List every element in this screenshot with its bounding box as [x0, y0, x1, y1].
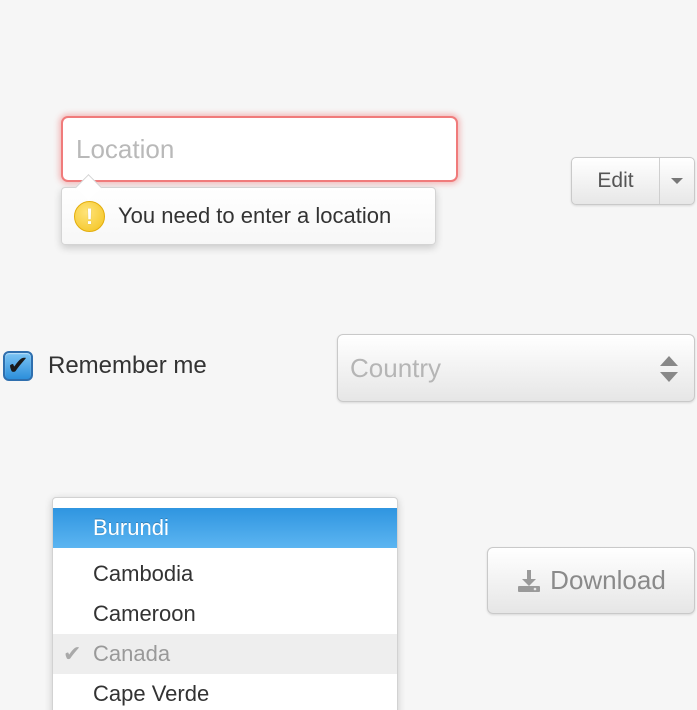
caret-down-icon: [671, 178, 683, 184]
validation-tooltip: ! You need to enter a location: [61, 174, 436, 245]
remember-me-label[interactable]: Remember me: [48, 352, 207, 380]
validation-message: You need to enter a location: [118, 203, 392, 228]
up-down-arrows-icon: [660, 356, 678, 384]
dropdown-option-burundi[interactable]: Burundi: [53, 508, 397, 548]
country-select[interactable]: Country: [337, 334, 695, 402]
edit-button[interactable]: Edit: [572, 158, 660, 204]
location-input[interactable]: [61, 116, 458, 182]
download-icon: [518, 569, 541, 592]
warning-icon: !: [74, 201, 105, 232]
dropdown-option-canada[interactable]: ✔ Canada: [53, 634, 397, 674]
checkmark-icon: ✔: [7, 350, 29, 380]
country-select-placeholder: Country: [350, 353, 442, 383]
dropdown-option-cameroon[interactable]: Cameroon: [53, 594, 397, 634]
dropdown-option-cape-verde[interactable]: Cape Verde: [53, 674, 397, 710]
option-label: Canada: [93, 641, 171, 666]
remember-me-checkbox[interactable]: ✔: [3, 350, 33, 381]
download-label: Download: [550, 565, 666, 595]
form-controls-canvas: ! You need to enter a location Edit ✔ Re…: [0, 0, 697, 710]
edit-dropdown-toggle[interactable]: [660, 158, 694, 204]
option-label: Cape Verde: [93, 681, 210, 706]
country-dropdown-list: Burundi Cambodia Cameroon ✔ Canada Cape …: [52, 497, 398, 710]
check-icon: ✔: [63, 641, 82, 666]
option-label: Cambodia: [93, 561, 194, 586]
edit-split-button: Edit: [571, 157, 695, 205]
download-button[interactable]: Download: [487, 547, 695, 614]
option-label: Cameroon: [93, 601, 196, 626]
option-label: Burundi: [93, 515, 169, 540]
dropdown-option-cambodia[interactable]: Cambodia: [53, 554, 397, 594]
